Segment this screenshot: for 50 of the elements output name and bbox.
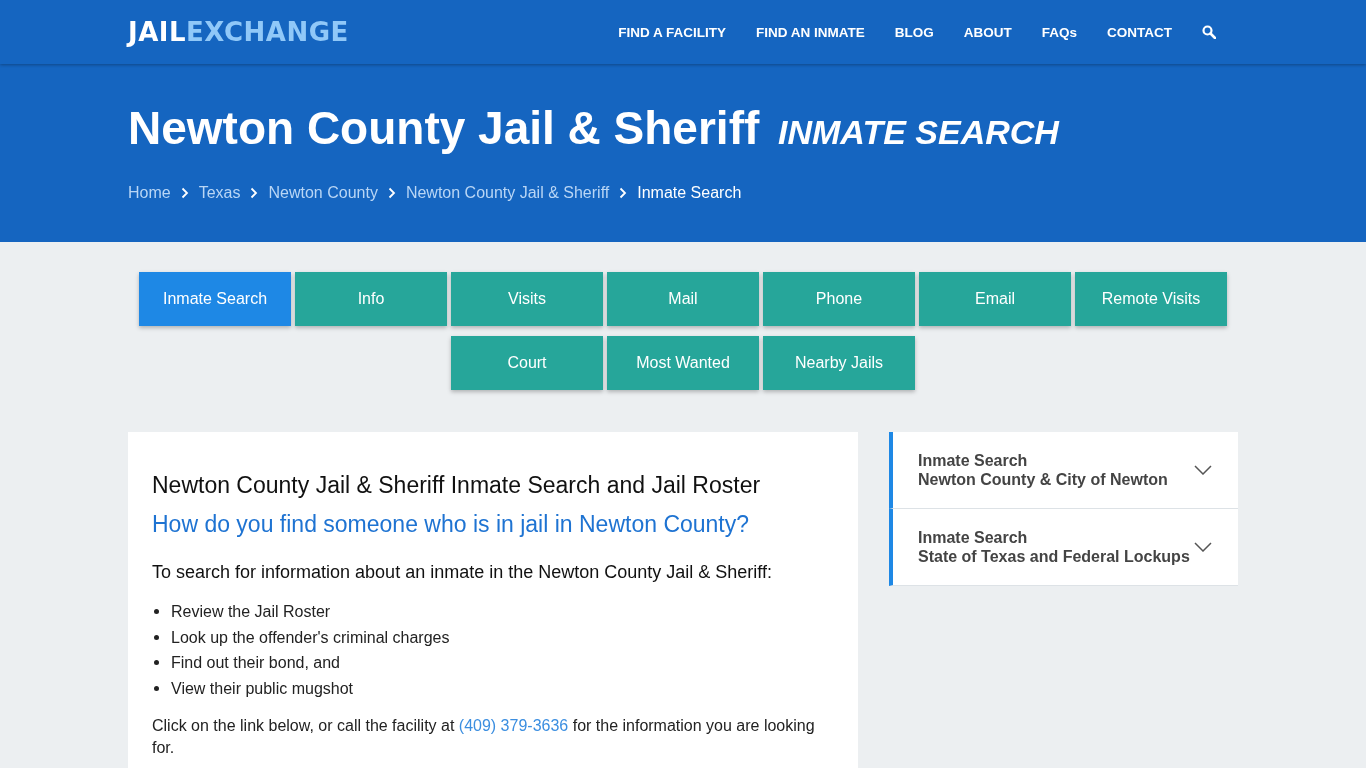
accordion-subtitle: State of Texas and Federal Lockups [918,547,1190,566]
bullet-icon [154,685,159,691]
nav-link[interactable]: ABOUT [963,24,1012,40]
tab-button[interactable]: Mail [607,272,759,326]
accordion-title: Inmate Search [918,451,1029,470]
chevron-right-icon [250,187,259,199]
chevron-down-icon[interactable] [1194,465,1212,475]
accordion-subtitle: Newton County & City of Newton [918,470,1168,489]
accordion-title: Inmate Search [918,528,1029,547]
bullet-icon [154,660,159,666]
nav-link[interactable]: FAQs [1041,24,1077,40]
site-logo[interactable]: JAILEXCHANGE [128,17,349,47]
chevron-down-icon[interactable] [1194,542,1212,552]
breadcrumb-link[interactable]: Newton County [268,184,378,202]
nav-link[interactable]: FIND A FACILITY [618,24,726,40]
bullet-icon [154,634,159,640]
tab-button[interactable]: Most Wanted [607,336,759,390]
tab-button[interactable]: Nearby Jails [763,336,915,390]
chevron-right-icon [619,187,628,199]
breadcrumb-link[interactable]: Home [128,184,171,202]
bullet-icon [154,609,159,615]
tab-button[interactable]: Remote Visits [1075,272,1227,326]
list-item-text: View their public mugshot [171,678,354,699]
tab-button[interactable]: Court [451,336,603,390]
article-question: How do you find someone who is in jail in Newton County? [152,511,751,538]
intro-text: To search for information about an inmate in the Newton County Jail & Sheriff: [152,562,773,583]
search-icon[interactable] [1202,25,1216,39]
nav-link[interactable]: CONTACT [1107,24,1172,40]
accordion-item[interactable]: Inmate Search Newton County & City of Newton [889,432,1238,509]
phone-link[interactable]: (409) 379-3636 [458,717,569,734]
page-title: Newton County Jail & Sheriff [128,102,760,154]
tab-button[interactable]: Inmate Search [139,272,291,326]
tab-button[interactable]: Phone [763,272,915,326]
page-subtitle: INMATE SEARCH [778,113,1059,151]
tab-button[interactable]: Info [295,272,447,326]
breadcrumb-link[interactable]: Texas [198,184,241,202]
article-heading: Newton County Jail & Sheriff Inmate Search and Jail Roster [152,472,762,499]
nav-link[interactable]: FIND AN INMATE [756,24,865,40]
list-item-text: Find out their bond, and [171,653,340,673]
chevron-right-icon [387,187,396,199]
accordion-item[interactable]: Inmate Search State of Texas and Federal Lockups [889,509,1238,586]
breadcrumb-link[interactable]: Inmate Search [637,184,742,202]
breadcrumb-link[interactable]: Newton County Jail & Sheriff [405,184,610,202]
chevron-right-icon [180,187,189,199]
tab-button[interactable]: Visits [451,272,603,326]
paragraph-text: Click on the link below, or call the facility at (409) 379-3636 for the information you are looking for. [152,716,816,758]
list-item-text: Review the Jail Roster [171,602,331,622]
nav-link[interactable]: BLOG [894,24,934,40]
tab-button[interactable]: Email [919,272,1071,326]
list-item-text: Look up the offender's criminal charges [171,627,450,648]
